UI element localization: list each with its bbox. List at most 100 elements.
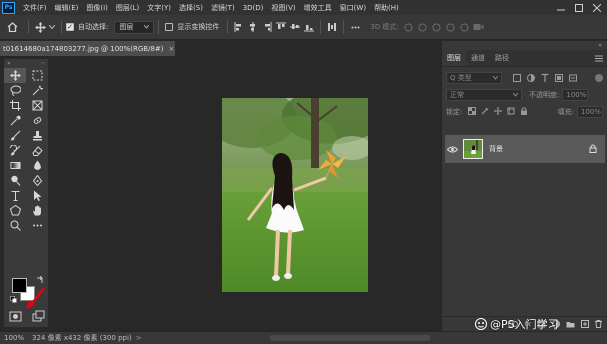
roll-3d-icon[interactable] <box>416 20 430 34</box>
filter-adjustment-icon[interactable] <box>525 72 536 83</box>
brush-tool-icon[interactable] <box>4 128 26 143</box>
clone-stamp-icon[interactable] <box>26 128 48 143</box>
layer-name[interactable]: 背景 <box>489 144 503 154</box>
video-camera-icon[interactable] <box>472 20 486 34</box>
magic-wand-icon[interactable] <box>26 83 48 98</box>
new-layer-icon[interactable] <box>581 320 589 328</box>
type-tool-icon[interactable] <box>4 188 26 203</box>
filter-smart-icon[interactable] <box>567 72 578 83</box>
eyedropper-icon[interactable] <box>4 113 26 128</box>
spot-healing-icon[interactable] <box>26 113 48 128</box>
filter-toggle-icon[interactable] <box>595 73 603 82</box>
layer-row-background[interactable]: 背景 <box>445 135 605 163</box>
orbit-3d-icon[interactable] <box>402 20 416 34</box>
zoom-tool-icon[interactable] <box>4 218 26 233</box>
shape-tool-icon[interactable] <box>4 203 26 218</box>
document-image[interactable] <box>222 98 368 292</box>
close-window-icon[interactable] <box>589 0 605 15</box>
lock-transparent-icon[interactable] <box>468 106 477 117</box>
distribute-icon[interactable] <box>325 20 339 34</box>
fill-field[interactable]: 100% <box>577 105 603 118</box>
minimize-icon[interactable] <box>553 0 569 15</box>
eraser-tool-icon[interactable] <box>26 143 48 158</box>
visibility-eye-icon[interactable] <box>445 146 459 153</box>
menu-select[interactable]: 选择(S) <box>175 3 207 13</box>
home-icon[interactable] <box>0 22 24 32</box>
chevron-down-icon[interactable] <box>47 25 57 29</box>
auto-select-dropdown[interactable]: 图层 <box>114 20 155 34</box>
menu-layer[interactable]: 图层(L) <box>112 3 143 13</box>
filter-type-icon[interactable] <box>539 72 550 83</box>
maximize-icon[interactable] <box>571 0 587 15</box>
zoom-level[interactable]: 100% <box>4 334 24 342</box>
tab-layers[interactable]: 图层 <box>442 50 466 66</box>
horizontal-scrollbar[interactable] <box>270 335 430 341</box>
filter-shape-icon[interactable] <box>553 72 564 83</box>
menu-help[interactable]: 帮助(H) <box>370 3 403 13</box>
align-left-icon[interactable] <box>232 20 246 34</box>
show-transform-checkbox[interactable] <box>165 23 174 31</box>
menu-3d[interactable]: 3D(D) <box>239 4 268 12</box>
lock-pixels-icon[interactable] <box>481 107 489 117</box>
marquee-tool-icon[interactable] <box>26 68 48 83</box>
panel-tabs: 图层 通道 路径 <box>442 50 607 67</box>
hand-tool-icon[interactable] <box>26 203 48 218</box>
menu-filter[interactable]: 滤镜(T) <box>207 3 239 13</box>
panel-collapse-icon[interactable]: « <box>442 41 607 50</box>
tab-channels[interactable]: 通道 <box>466 50 490 66</box>
blend-mode-dropdown[interactable]: 正常 <box>446 88 522 101</box>
edit-toolbar-icon[interactable] <box>26 218 48 233</box>
menu-edit[interactable]: 编辑(E) <box>51 3 83 13</box>
lock-all-icon[interactable] <box>520 106 528 117</box>
close-tab-icon[interactable]: × <box>169 45 175 53</box>
crop-tool-icon[interactable] <box>4 98 26 113</box>
move-tool-icon[interactable] <box>4 68 26 83</box>
default-colors-icon[interactable] <box>10 296 17 303</box>
lock-artboard-icon[interactable] <box>507 106 516 117</box>
collapse-icon[interactable]: » <box>7 60 11 67</box>
align-hcenter-icon[interactable] <box>246 20 260 34</box>
lock-icon[interactable] <box>589 144 597 155</box>
menu-image[interactable]: 图像(I) <box>82 3 112 13</box>
menu-type[interactable]: 文字(Y) <box>143 3 175 13</box>
filter-pixel-icon[interactable] <box>511 72 522 83</box>
quick-mask-icon[interactable] <box>9 310 22 323</box>
3d-mode-label: 3D 模式: <box>370 23 399 31</box>
scale-3d-icon[interactable] <box>458 20 472 34</box>
screen-mode-icon[interactable] <box>32 310 45 323</box>
align-vcenter-icon[interactable] <box>288 20 302 34</box>
gradient-tool-icon[interactable] <box>4 158 26 173</box>
opacity-label: 不透明度: <box>529 90 560 99</box>
path-selection-icon[interactable] <box>26 188 48 203</box>
tab-paths[interactable]: 路径 <box>490 50 514 66</box>
history-brush-icon[interactable] <box>4 143 26 158</box>
pen-tool-icon[interactable] <box>26 173 48 188</box>
align-right-icon[interactable] <box>260 20 274 34</box>
auto-select-checkbox[interactable]: ✓ <box>66 23 74 31</box>
status-menu-arrow[interactable]: > <box>136 334 142 342</box>
opacity-field[interactable]: 100% <box>562 88 589 101</box>
swap-colors-icon[interactable] <box>36 276 44 284</box>
blur-tool-icon[interactable] <box>26 158 48 173</box>
slide-3d-icon[interactable] <box>444 20 458 34</box>
canvas-area[interactable] <box>50 58 441 331</box>
align-bottom-icon[interactable] <box>302 20 316 34</box>
lasso-tool-icon[interactable] <box>4 83 26 98</box>
more-options-icon[interactable] <box>348 20 362 34</box>
move-tool-icon[interactable] <box>33 21 47 33</box>
document-tab[interactable]: t01614680a174803277.jpg @ 100%(RGB/8#) × <box>0 41 175 56</box>
layer-filter-dropdown[interactable]: Q 类型 <box>446 71 502 84</box>
menu-file[interactable]: 文件(F) <box>19 3 51 13</box>
lock-position-icon[interactable] <box>494 106 503 117</box>
foreground-color-swatch[interactable] <box>12 278 27 293</box>
menu-plugins[interactable]: 增效工具 <box>300 3 336 13</box>
align-top-icon[interactable] <box>274 20 288 34</box>
panel-menu-icon[interactable] <box>595 50 607 66</box>
new-group-icon[interactable] <box>566 321 575 328</box>
frame-tool-icon[interactable] <box>26 98 48 113</box>
delete-layer-icon[interactable] <box>595 320 602 328</box>
dodge-tool-icon[interactable] <box>4 173 26 188</box>
menu-window[interactable]: 窗口(W) <box>336 3 370 13</box>
pan-3d-icon[interactable] <box>430 20 444 34</box>
menu-view[interactable]: 视图(V) <box>267 3 299 13</box>
